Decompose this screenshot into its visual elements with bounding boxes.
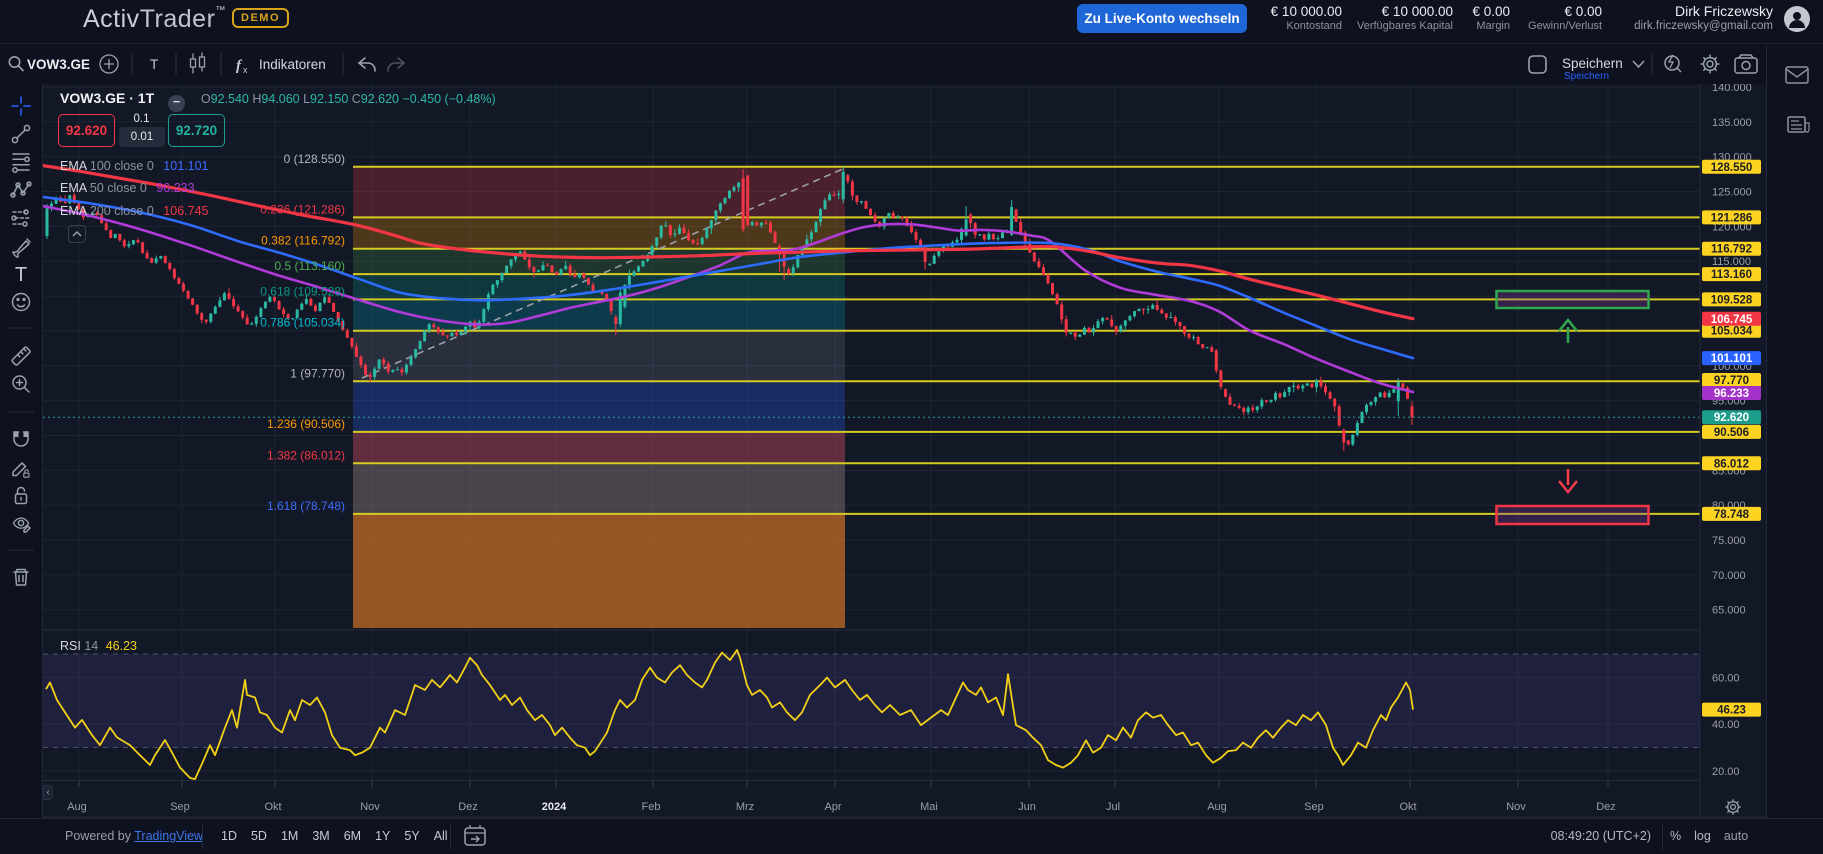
svg-text:65.000: 65.000 [1712,605,1746,617]
svg-text:135.000: 135.000 [1712,117,1752,129]
svg-text:Okt: Okt [1399,801,1416,813]
svg-text:Aug: Aug [67,801,87,813]
svg-text:116.792: 116.792 [1711,244,1752,256]
svg-text:0.786 (105.034): 0.786 (105.034) [260,316,345,330]
svg-text:1.618 (78.748): 1.618 (78.748) [267,499,345,513]
svg-text:0.5 (113.160): 0.5 (113.160) [275,259,346,273]
svg-text:115.000: 115.000 [1712,256,1751,268]
svg-text:101.101: 101.101 [1711,353,1753,365]
svg-text:x: x [243,65,248,75]
svg-text:90.506: 90.506 [1714,427,1749,439]
svg-text:40.00: 40.00 [1712,719,1740,731]
svg-text:70.000: 70.000 [1712,570,1746,582]
svg-text:105.034: 105.034 [1711,326,1753,338]
svg-text:0 (128.550): 0 (128.550) [284,152,345,166]
svg-text:78.748: 78.748 [1714,509,1750,521]
svg-text:0.382 (116.792): 0.382 (116.792) [261,234,345,248]
svg-text:109.528: 109.528 [1711,294,1753,306]
svg-text:128.550: 128.550 [1711,162,1753,174]
svg-text:Dez: Dez [1596,801,1616,813]
svg-text:1 (97.770): 1 (97.770) [290,366,345,380]
svg-text:86.012: 86.012 [1714,458,1749,470]
svg-text:121.286: 121.286 [1711,212,1753,224]
svg-text:0.236 (121.286): 0.236 (121.286) [260,202,345,216]
svg-text:125.000: 125.000 [1712,187,1752,199]
svg-text:Sep: Sep [1304,801,1324,813]
svg-text:Speichern: Speichern [1562,56,1623,71]
svg-text:Nov: Nov [360,801,380,813]
svg-text:Jul: Jul [1106,801,1120,813]
svg-text:1.236 (90.506): 1.236 (90.506) [267,417,345,431]
svg-text:f: f [236,58,243,74]
svg-text:Feb: Feb [642,801,661,813]
svg-text:0.618 (109.528): 0.618 (109.528) [260,284,345,298]
svg-text:92.620: 92.620 [1714,412,1749,424]
svg-text:VOW3.GE: VOW3.GE [27,57,90,72]
svg-text:T: T [15,264,27,286]
svg-text:Sep: Sep [170,801,190,813]
svg-text:T: T [150,57,158,72]
svg-text:96.233: 96.233 [1714,388,1749,400]
svg-text:113.160: 113.160 [1711,269,1752,281]
svg-text:Nov: Nov [1506,801,1526,813]
svg-text:2024: 2024 [542,801,567,813]
svg-text:Indikatoren: Indikatoren [259,57,326,72]
svg-text:46.23: 46.23 [1717,705,1746,717]
svg-text:Dez: Dez [458,801,478,813]
svg-text:97.770: 97.770 [1714,375,1749,387]
svg-text:106.745: 106.745 [1711,314,1753,326]
svg-text:Speichern: Speichern [1564,71,1609,82]
svg-text:60.00: 60.00 [1712,672,1740,684]
svg-text:Mai: Mai [920,801,938,813]
svg-text:20.00: 20.00 [1712,766,1740,778]
svg-text:Okt: Okt [264,801,281,813]
svg-text:1.382 (86.012): 1.382 (86.012) [267,448,345,462]
svg-text:75.000: 75.000 [1712,535,1746,547]
svg-text:Mrz: Mrz [736,801,754,813]
svg-text:Jun: Jun [1018,801,1036,813]
svg-text:Apr: Apr [824,801,841,813]
svg-text:Aug: Aug [1207,801,1227,813]
